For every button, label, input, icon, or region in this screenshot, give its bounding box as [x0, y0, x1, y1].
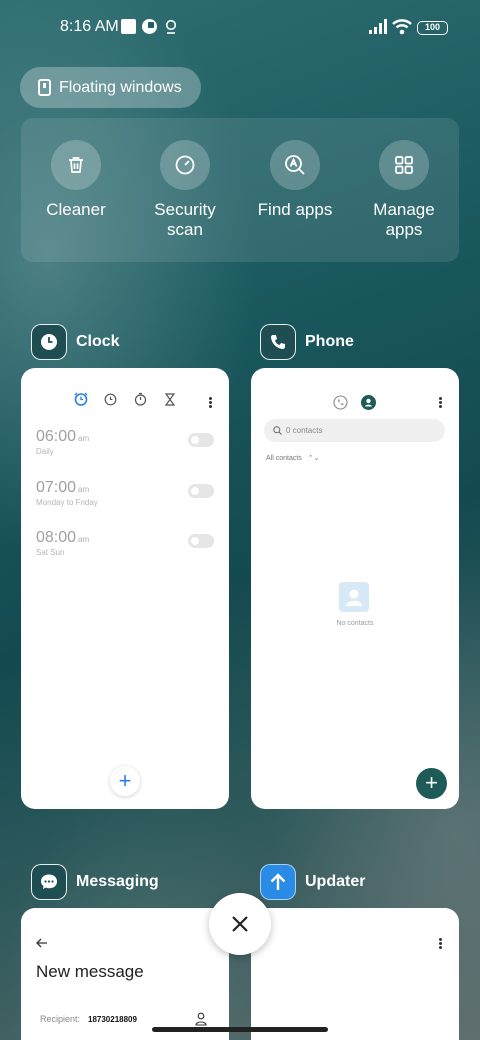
- alarm-row[interactable]: 07:00 am Monday to Friday: [36, 479, 214, 507]
- floating-windows-label: Floating windows: [59, 78, 182, 96]
- filter-chevron-icon: ⌃⌄: [307, 455, 320, 462]
- phone-more-icon[interactable]: [439, 397, 442, 408]
- updater-more-icon[interactable]: [439, 938, 442, 949]
- timer-tab-icon[interactable]: [164, 393, 176, 406]
- alarm-time: 06:00: [36, 428, 77, 445]
- messaging-app-header[interactable]: Messaging: [31, 864, 159, 900]
- status-bar: 8:16 AM 100: [0, 0, 480, 56]
- contacts-tab-icon[interactable]: [361, 395, 376, 410]
- alarm-toggle[interactable]: [188, 484, 214, 498]
- clock-app-icon: [31, 324, 67, 360]
- manage-apps-icon: [379, 140, 429, 190]
- search-icon: [273, 426, 282, 435]
- trash-icon: [51, 140, 101, 190]
- signal-icon: [369, 19, 387, 34]
- back-arrow-icon[interactable]: [36, 938, 48, 948]
- alarm-time: 07:00: [36, 479, 77, 496]
- updater-app-icon: [260, 864, 296, 900]
- alarm-repeat: Monday to Friday: [36, 498, 98, 507]
- new-message-title: New message: [36, 962, 144, 981]
- find-apps-label: Find apps: [257, 200, 333, 219]
- clock-more-icon[interactable]: [209, 397, 212, 408]
- alarm-repeat: Daily: [36, 447, 54, 456]
- find-apps-button[interactable]: Find apps: [240, 140, 350, 220]
- phone-app-card[interactable]: 0 contacts All contacts ⌃⌄ No contacts +: [251, 368, 459, 809]
- contacts-filter[interactable]: All contacts ⌃⌄: [266, 454, 319, 462]
- location-icon: [165, 19, 177, 34]
- wifi-icon: [392, 19, 412, 35]
- clock-app-name: Clock: [76, 333, 120, 350]
- contacts-search-placeholder: 0 contacts: [286, 426, 323, 435]
- close-icon: [232, 916, 248, 932]
- manage-apps-button[interactable]: Manage apps: [349, 140, 459, 240]
- status-time: 8:16 AM: [60, 18, 119, 35]
- cleaner-button[interactable]: Cleaner: [21, 140, 131, 220]
- add-alarm-button[interactable]: +: [110, 766, 140, 796]
- clock-app-header[interactable]: Clock: [31, 324, 120, 360]
- close-all-button[interactable]: [209, 893, 271, 955]
- contacts-filter-label: All contacts: [266, 455, 302, 462]
- find-apps-icon: [270, 140, 320, 190]
- messaging-app-name: Messaging: [76, 873, 159, 890]
- home-indicator[interactable]: [152, 1027, 328, 1032]
- manage-apps-label: Manage apps: [373, 200, 435, 239]
- clock-app-card[interactable]: 06:00 am Daily 07:00 am Monday to Friday 0…: [21, 368, 229, 809]
- phone-app-header[interactable]: Phone: [260, 324, 354, 360]
- updater-app-header[interactable]: Updater: [260, 864, 365, 900]
- calls-tab-icon[interactable]: [333, 395, 348, 410]
- stopwatch-tab-icon[interactable]: [134, 392, 147, 406]
- alarm-ampm: am: [78, 535, 90, 544]
- world-clock-tab-icon[interactable]: [104, 393, 117, 406]
- contacts-search-input[interactable]: 0 contacts: [264, 419, 445, 442]
- empty-contacts-icon: [339, 582, 369, 612]
- contact-picker-icon[interactable]: [195, 1012, 207, 1026]
- alarm-row[interactable]: 06:00 am Daily: [36, 428, 214, 456]
- messaging-app-icon: [31, 864, 67, 900]
- phone-app-name: Phone: [305, 333, 354, 350]
- phone-app-icon: [260, 324, 296, 360]
- recipient-input[interactable]: 18730218809: [88, 1015, 137, 1024]
- notification-square-icon: [121, 19, 136, 34]
- battery-indicator: 100: [417, 21, 448, 35]
- alarm-row[interactable]: 08:00 am Sat Sun: [36, 529, 214, 557]
- security-scan-button[interactable]: Security scan: [130, 140, 240, 240]
- alarm-repeat: Sat Sun: [36, 548, 65, 557]
- alarm-toggle[interactable]: [188, 433, 214, 447]
- cleaner-label: Cleaner: [46, 200, 106, 219]
- alarm-tab-icon[interactable]: [74, 392, 88, 406]
- floating-window-icon: [38, 79, 51, 96]
- security-scan-icon: [160, 140, 210, 190]
- security-scan-label: Security scan: [154, 200, 216, 239]
- quick-actions-panel: Cleaner Security scan Find apps Manage a…: [21, 118, 459, 262]
- alarm-ampm: am: [78, 434, 90, 443]
- updater-app-name: Updater: [305, 873, 366, 890]
- recipient-label: Recipient:: [40, 1014, 81, 1024]
- floating-windows-button[interactable]: Floating windows: [20, 67, 201, 108]
- alarm-ampm: am: [78, 485, 90, 494]
- alarm-time: 08:00: [36, 529, 77, 546]
- notification-app-icon: [142, 19, 157, 34]
- messaging-app-card[interactable]: New message Recipient: 18730218809: [21, 908, 229, 1040]
- empty-contacts-text: No contacts: [336, 620, 374, 627]
- alarm-toggle[interactable]: [188, 534, 214, 548]
- add-contact-button[interactable]: +: [416, 768, 447, 799]
- updater-app-card[interactable]: [251, 908, 459, 1040]
